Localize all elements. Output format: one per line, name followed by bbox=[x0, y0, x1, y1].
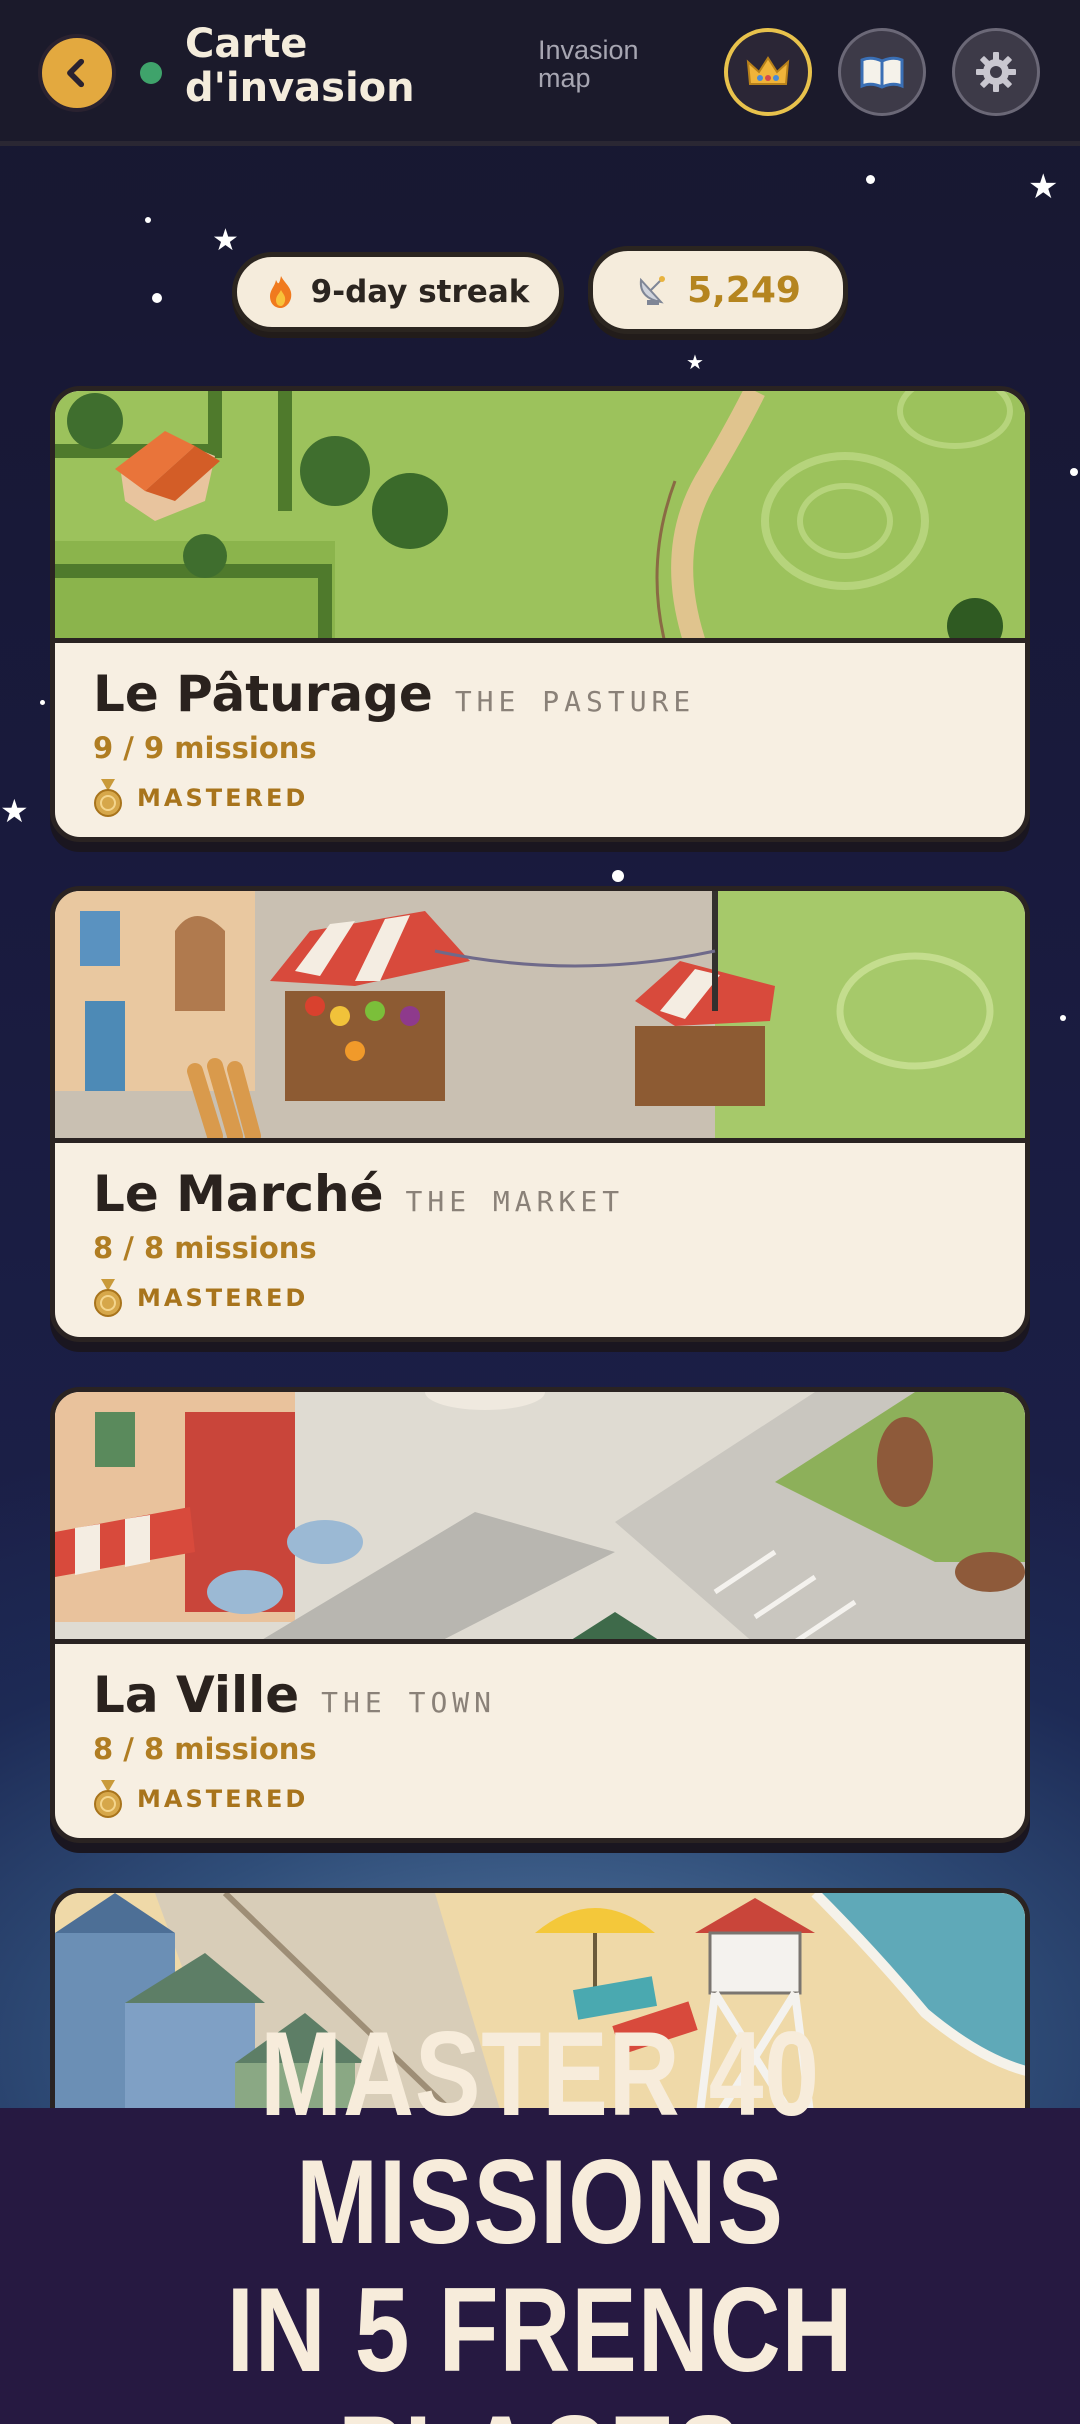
medal-icon bbox=[94, 1780, 122, 1818]
pasture-illustration bbox=[55, 391, 1025, 643]
status-badge: MASTERED bbox=[137, 784, 309, 812]
mission-count: 9 / 9 missions bbox=[93, 731, 317, 765]
place-title: Le Marché bbox=[93, 1165, 384, 1223]
mission-count: 8 / 8 missions bbox=[93, 1732, 317, 1766]
star-dot bbox=[40, 700, 45, 705]
star-dot bbox=[145, 217, 151, 223]
place-title: Le Pâturage bbox=[93, 665, 433, 723]
star-dot bbox=[612, 870, 624, 882]
settings-button[interactable] bbox=[952, 28, 1040, 116]
medal-icon bbox=[94, 1279, 122, 1317]
crown-button[interactable] bbox=[724, 28, 812, 116]
mission-count: 8 / 8 missions bbox=[93, 1231, 317, 1265]
star-dot bbox=[152, 293, 162, 303]
star-icon: ★ bbox=[212, 223, 239, 258]
satellite-dish-icon bbox=[639, 276, 666, 305]
star-dot bbox=[866, 175, 875, 184]
town-illustration bbox=[55, 1392, 1025, 1644]
score-value: 5,249 bbox=[687, 269, 801, 311]
place-title: La Ville bbox=[93, 1666, 300, 1724]
market-illustration bbox=[55, 891, 1025, 1143]
top-bar: Carte d'invasion Invasion map bbox=[0, 0, 1080, 146]
page-title: Carte d'invasion bbox=[185, 21, 415, 111]
chevron-left-icon bbox=[67, 58, 85, 88]
star-dot bbox=[1070, 468, 1078, 476]
promo-line-1: MASTER 40 MISSIONS bbox=[260, 2007, 820, 2269]
page-subtitle: Invasion map bbox=[538, 35, 639, 93]
place-subtitle: THE MARKET bbox=[405, 1185, 625, 1218]
star-icon: ★ bbox=[1028, 167, 1059, 207]
star-dot bbox=[1060, 1015, 1066, 1021]
promo-line-2: IN 5 FRENCH PLACES bbox=[226, 2263, 854, 2424]
status-badge: MASTERED bbox=[137, 1284, 309, 1312]
place-card-town[interactable]: La Ville THE TOWN 8 / 8 missions MASTERE… bbox=[50, 1387, 1030, 1843]
status-badge: MASTERED bbox=[137, 1785, 309, 1813]
place-subtitle: THE PASTURE bbox=[454, 685, 696, 718]
book-button[interactable] bbox=[838, 28, 926, 116]
gear-icon bbox=[976, 52, 1016, 92]
book-icon bbox=[860, 56, 904, 89]
streak-badge: 9-day streak bbox=[232, 252, 564, 332]
streak-label: 9-day streak bbox=[310, 274, 530, 310]
back-button[interactable] bbox=[38, 34, 116, 112]
place-subtitle: THE TOWN bbox=[321, 1686, 497, 1719]
flame-icon bbox=[269, 276, 291, 308]
star-icon: ★ bbox=[0, 792, 29, 830]
score-badge: 5,249 bbox=[588, 246, 848, 334]
crown-icon bbox=[746, 56, 790, 85]
promo-text: MASTER 40 MISSIONS IN 5 FRENCH PLACES bbox=[97, 2010, 983, 2424]
place-card-pasture[interactable]: Le Pâturage THE PASTURE 9 / 9 missions M… bbox=[50, 386, 1030, 842]
place-card-market[interactable]: Le Marché THE MARKET 8 / 8 missions MAST… bbox=[50, 886, 1030, 1342]
status-dot bbox=[140, 62, 162, 84]
medal-icon bbox=[94, 779, 122, 817]
promo-banner: MASTER 40 MISSIONS IN 5 FRENCH PLACES bbox=[0, 2010, 1080, 2424]
star-icon: ★ bbox=[686, 350, 704, 374]
